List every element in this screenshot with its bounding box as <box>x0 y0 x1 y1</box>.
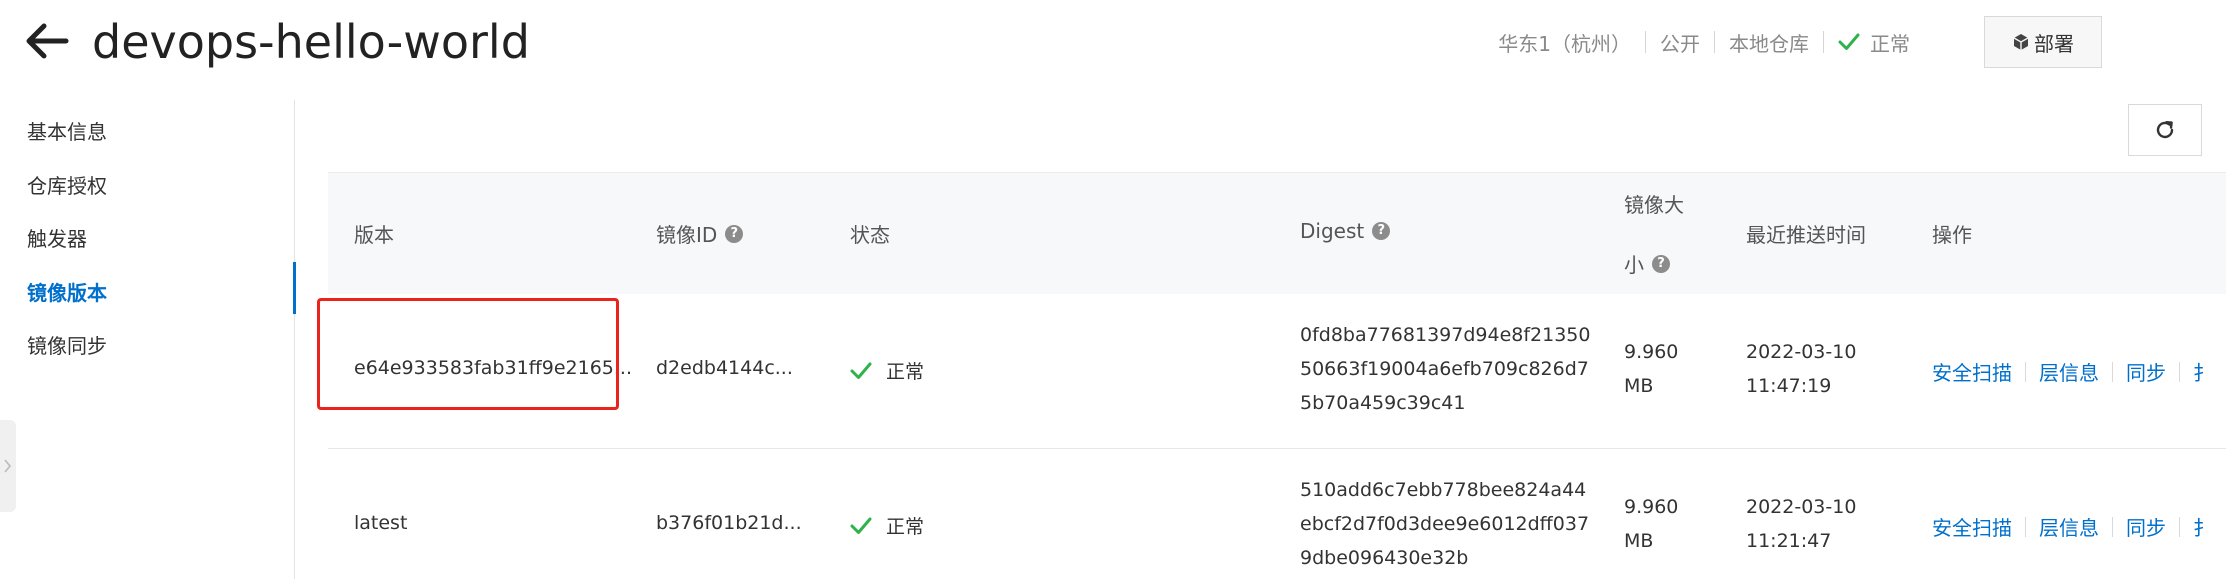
page-header: devops-hello-world 华东1（杭州） 公开 本地仓库 正常 部署 <box>0 0 2226 90</box>
visibility-label: 公开 <box>1660 31 1700 56</box>
deploy-button[interactable]: 部署 <box>1984 16 2102 68</box>
more-action-link[interactable]: 扌 <box>2193 512 2213 541</box>
sidebar-item-repo-auth[interactable]: 仓库授权 <box>27 166 107 206</box>
chevron-right-icon <box>4 459 12 473</box>
status-cell: 正常 <box>850 512 924 539</box>
pushed-time-cell: 2022-03-10 11:21:47 <box>1746 490 1856 558</box>
divider <box>2112 361 2113 382</box>
digest-line: 9dbe096430e32b <box>1300 547 1469 569</box>
column-size-label-cont: 小 <box>1624 253 1644 277</box>
divider <box>2025 516 2026 537</box>
status-label: 正常 <box>886 361 925 383</box>
column-size-line1: 镜像大 <box>1624 189 1684 218</box>
layer-info-link[interactable]: 层信息 <box>2039 357 2099 386</box>
column-image-id: 镜像ID ? <box>656 219 744 248</box>
digest-line: ebcf2d7f0d3dee9e6012dff037 <box>1300 513 1590 535</box>
status-cell: 正常 <box>850 357 924 384</box>
divider <box>1645 31 1646 53</box>
column-pushed-time: 最近推送时间 <box>1746 219 1866 248</box>
help-icon[interactable]: ? <box>1652 254 1670 273</box>
divider <box>2179 516 2180 537</box>
security-scan-link[interactable]: 安全扫描 <box>1932 512 2012 541</box>
divider <box>1823 31 1824 53</box>
divider <box>2025 361 2026 382</box>
column-version-label: 版本 <box>354 223 394 247</box>
size-cell: 9.960 MB <box>1624 335 1678 403</box>
help-icon[interactable]: ? <box>725 224 744 243</box>
image-id-cell: b376f01b21d... <box>656 512 802 534</box>
repo-status: 正常 <box>1838 28 1910 57</box>
column-status: 状态 <box>850 219 890 248</box>
column-size-line2: 小 ? <box>1624 249 1670 278</box>
sidebar-item-triggers[interactable]: 触发器 <box>27 219 87 259</box>
divider <box>1714 31 1715 53</box>
more-action-link[interactable]: 扌 <box>2193 357 2213 386</box>
security-scan-link[interactable]: 安全扫描 <box>1932 357 2012 386</box>
actions-cell: 安全扫描 层信息 同步 扌 <box>1932 357 2213 386</box>
sync-link[interactable]: 同步 <box>2126 512 2166 541</box>
sidebar-collapse-handle[interactable] <box>0 420 16 512</box>
digest-cell: 0fd8ba77681397d94e8f21350 50663f19004a6e… <box>1300 318 1590 420</box>
column-actions-label: 操作 <box>1932 223 1972 247</box>
digest-line: 510add6c7ebb778bee824a44 <box>1300 479 1587 501</box>
table-header: 版本 镜像ID ? 状态 Digest ? 镜像大 小 ? 最近推送时间 操作 <box>328 172 2226 296</box>
check-icon <box>850 362 872 379</box>
pushed-time: 11:47:19 <box>1746 375 1832 397</box>
refresh-icon <box>2156 121 2174 139</box>
actions-cell: 安全扫描 层信息 同步 扌 <box>1932 512 2213 541</box>
repo-type-label: 本地仓库 <box>1729 31 1809 56</box>
deploy-button-label: 部署 <box>2034 31 2074 56</box>
check-icon <box>850 517 872 534</box>
size-unit: MB <box>1624 530 1654 552</box>
column-version: 版本 <box>354 219 394 248</box>
column-digest: Digest ? <box>1300 219 1391 243</box>
page-title: devops-hello-world <box>92 15 530 69</box>
sidebar-item-image-versions[interactable]: 镜像版本 <box>27 273 107 313</box>
table-row: e64e933583fab31ff9e2165... d2edb4144c...… <box>328 294 2226 449</box>
image-id-cell: d2edb4144c... <box>656 357 793 379</box>
version-cell: e64e933583fab31ff9e2165... <box>354 357 632 379</box>
size-value: 9.960 <box>1624 496 1679 518</box>
column-digest-label: Digest <box>1300 219 1365 243</box>
column-actions: 操作 <box>1932 219 1972 248</box>
status-label: 正常 <box>886 516 925 538</box>
digest-line: 50663f19004a6efb709c826d7 <box>1300 358 1589 380</box>
size-unit: MB <box>1624 375 1654 397</box>
help-icon[interactable]: ? <box>1372 222 1391 240</box>
size-value: 9.960 <box>1624 341 1679 363</box>
region-label: 华东1（杭州） <box>1498 31 1631 56</box>
pushed-date: 2022-03-10 <box>1746 496 1857 518</box>
pushed-time-cell: 2022-03-10 11:47:19 <box>1746 335 1856 403</box>
sidebar-item-image-sync[interactable]: 镜像同步 <box>27 326 107 366</box>
layer-info-link[interactable]: 层信息 <box>2039 512 2099 541</box>
digest-line: 0fd8ba77681397d94e8f21350 <box>1300 324 1591 346</box>
page: devops-hello-world 华东1（杭州） 公开 本地仓库 正常 部署… <box>0 0 2226 579</box>
sidebar-item-basic-info[interactable]: 基本信息 <box>27 112 107 152</box>
digest-cell: 510add6c7ebb778bee824a44 ebcf2d7f0d3dee9… <box>1300 473 1589 575</box>
repo-meta: 华东1（杭州） 公开 本地仓库 正常 <box>1498 24 1910 60</box>
active-nav-indicator <box>293 262 296 314</box>
refresh-button[interactable] <box>2128 104 2202 156</box>
image-version-table: 版本 镜像ID ? 状态 Digest ? 镜像大 小 ? 最近推送时间 操作 … <box>328 172 2226 579</box>
arrow-left-icon[interactable] <box>22 16 72 66</box>
repo-status-label: 正常 <box>1870 31 1910 56</box>
sync-link[interactable]: 同步 <box>2126 357 2166 386</box>
digest-line: 5b70a459c39c41 <box>1300 392 1466 414</box>
cube-icon <box>2012 33 2030 51</box>
table-row: latest b376f01b21d... 正常 510add6c7ebb778… <box>328 449 2226 579</box>
version-cell: latest <box>354 512 408 534</box>
column-status-label: 状态 <box>850 223 890 247</box>
pushed-date: 2022-03-10 <box>1746 341 1857 363</box>
column-pushed-time-label: 最近推送时间 <box>1746 223 1866 247</box>
column-size-label: 镜像大 <box>1624 193 1684 217</box>
check-icon <box>1838 33 1860 50</box>
sidebar: 基本信息 仓库授权 触发器 镜像版本 镜像同步 <box>0 100 296 579</box>
size-cell: 9.960 MB <box>1624 490 1678 558</box>
divider <box>2112 516 2113 537</box>
column-image-id-label: 镜像ID <box>656 223 718 247</box>
pushed-time: 11:21:47 <box>1746 530 1832 552</box>
divider <box>2179 361 2180 382</box>
